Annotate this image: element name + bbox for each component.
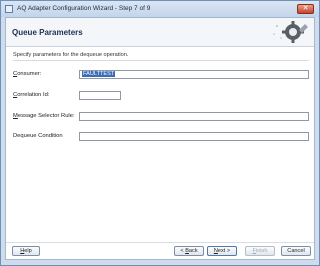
message-selector-rule-input[interactable] [79, 112, 309, 121]
cancel-button[interactable]: Cancel [281, 246, 311, 256]
instruction-text: Specify parameters for the dequeue opera… [13, 52, 129, 58]
page-header: Queue Parameters [6, 18, 314, 47]
message-selector-rule-label: Message Selector Rule: [13, 113, 75, 119]
window-title: AQ Adapter Configuration Wizard - Step 7… [17, 5, 151, 12]
wizard-window: AQ Adapter Configuration Wizard - Step 7… [0, 0, 320, 266]
title-bar[interactable]: AQ Adapter Configuration Wizard - Step 7… [1, 1, 319, 17]
dequeue-condition-input[interactable] [79, 132, 309, 141]
button-bar: Help < Back Next > Finish Cancel [6, 242, 314, 260]
consumer-value: FAULTTEST [82, 71, 116, 77]
dequeue-condition-label: Dequeue Condition [13, 133, 63, 139]
back-button[interactable]: < Back [174, 246, 204, 256]
page-title: Queue Parameters [12, 28, 83, 37]
window-app-icon [5, 5, 13, 13]
next-button[interactable]: Next > [207, 246, 237, 256]
consumer-label: Consumer: [13, 71, 42, 77]
gear-wizard-icon [269, 20, 309, 44]
wizard-content: Queue Parameters Specify parameters for … [5, 17, 315, 260]
finish-button[interactable]: Finish [245, 246, 275, 256]
header-divider [13, 60, 309, 61]
correlation-id-label: Correlation Id: [13, 92, 50, 98]
consumer-input[interactable]: FAULTTEST [79, 70, 309, 79]
close-button[interactable]: ✕ [297, 4, 314, 14]
help-button[interactable]: Help [12, 246, 40, 256]
correlation-id-input[interactable] [79, 91, 121, 100]
